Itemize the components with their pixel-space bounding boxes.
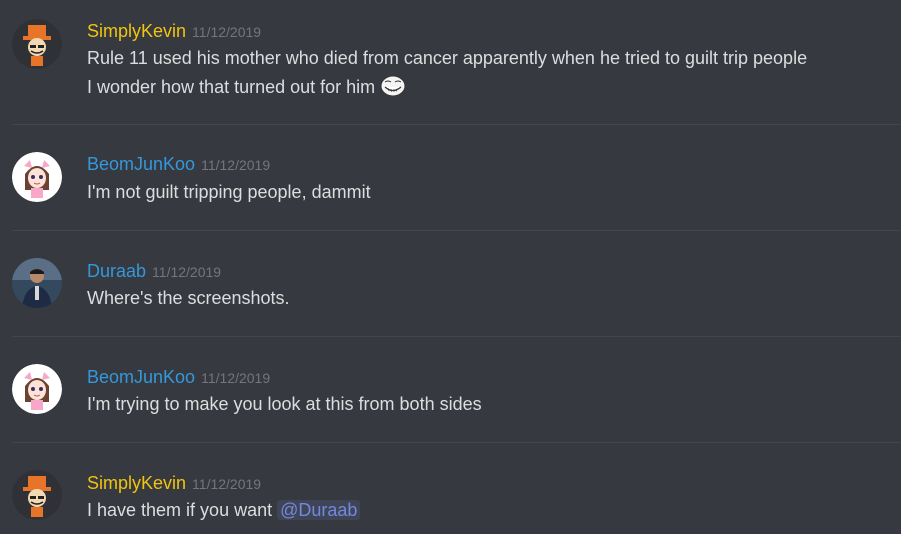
orange-top-hat-troll-avatar-icon [12,19,62,69]
avatar-simplykevin[interactable] [12,19,62,69]
message-header: SimplyKevin 11/12/2019 [87,20,261,42]
timestamp: 11/12/2019 [192,476,262,492]
timestamp: 11/12/2019 [201,157,271,173]
chat-messages: SimplyKevin 11/12/2019 Rule 11 used his m… [0,0,901,534]
avatar-duraab[interactable] [12,258,62,308]
username-simplykevin[interactable]: SimplyKevin [87,473,186,493]
photo-person-avatar-icon [12,258,62,308]
avatar-beomjunkoo[interactable] [12,364,62,414]
message-header: BeomJunKoo 11/12/2019 [87,366,270,388]
username-simplykevin[interactable]: SimplyKevin [87,21,186,41]
message-divider [12,124,901,125]
message-line-with-emoji: I wonder how that turned out for him [87,75,406,98]
orange-top-hat-troll-avatar-icon [12,470,62,520]
mention-duraab[interactable]: @Duraab [277,500,361,520]
message-line: I'm not guilt tripping people, dammit [87,182,371,202]
username-beomjunkoo[interactable]: BeomJunKoo [87,367,195,387]
message-divider [12,230,901,231]
avatar-simplykevin[interactable] [12,470,62,520]
avatar-beomjunkoo[interactable] [12,152,62,202]
message-text: I have them if you want [87,500,278,520]
anime-girl-avatar-icon [12,152,62,202]
message-header: SimplyKevin 11/12/2019 [87,472,261,494]
timestamp: 11/12/2019 [192,24,262,40]
message-line: Rule 11 used his mother who died from ca… [87,48,808,68]
message-divider [12,442,901,443]
timestamp: 11/12/2019 [152,264,222,280]
message-text: I wonder how that turned out for him [87,77,376,97]
username-duraab[interactable]: Duraab [87,261,146,281]
message-header: BeomJunKoo 11/12/2019 [87,153,270,175]
trollface-emoji [380,75,406,97]
timestamp: 11/12/2019 [201,370,271,386]
anime-girl-avatar-icon [12,364,62,414]
message-line: I'm trying to make you look at this from… [87,394,482,414]
username-beomjunkoo[interactable]: BeomJunKoo [87,154,195,174]
message-divider [12,336,901,337]
message-line-with-mention: I have them if you want @Duraab [87,499,361,521]
message-header: Duraab 11/12/2019 [87,260,221,282]
message-line: Where's the screenshots. [87,288,290,308]
